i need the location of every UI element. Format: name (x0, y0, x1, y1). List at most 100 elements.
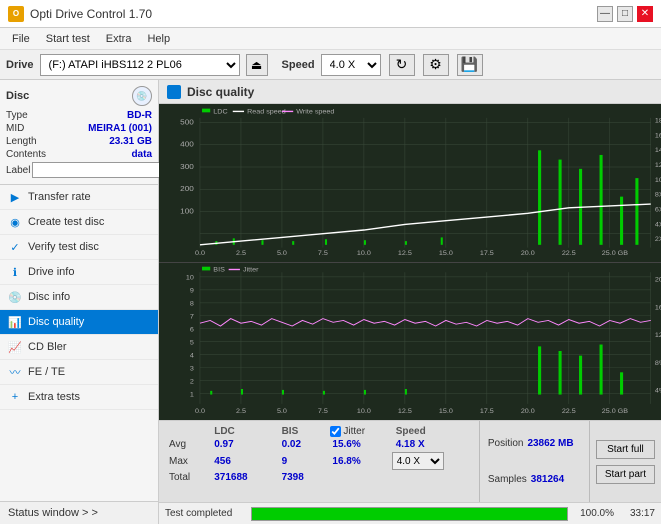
total-ldc: 371688 (208, 471, 275, 484)
action-buttons: Start full Start part (589, 421, 661, 502)
speed-select-stat[interactable]: 4.0 X (392, 452, 444, 470)
progress-status-text: Test completed (165, 508, 245, 519)
disc-length-row: Length 23.31 GB (6, 136, 152, 147)
sidebar-item-cd-bler[interactable]: 📈 CD Bler (0, 335, 158, 360)
sidebar-item-transfer-rate[interactable]: ▶ Transfer rate (0, 185, 158, 210)
menu-file[interactable]: File (4, 31, 38, 47)
disc-mid-label: MID (6, 123, 24, 134)
svg-text:12X: 12X (655, 162, 661, 169)
svg-text:500: 500 (180, 118, 194, 127)
disc-label-input[interactable] (32, 162, 170, 178)
drive-info-icon: ℹ (8, 265, 22, 279)
drive-select[interactable]: (F:) ATAPI iHBS112 2 PL06 (40, 54, 240, 76)
fe-te-label: FE / TE (28, 366, 65, 378)
svg-text:10.0: 10.0 (357, 408, 371, 415)
disc-title: Disc (6, 90, 29, 102)
svg-text:14X: 14X (655, 147, 661, 154)
avg-bis: 0.02 (276, 438, 327, 451)
transfer-rate-label: Transfer rate (28, 191, 91, 203)
disc-quality-header: Disc quality (159, 80, 661, 104)
svg-text:12.5: 12.5 (398, 408, 412, 415)
jitter-checkbox[interactable] (330, 426, 341, 437)
drive-bar: Drive (F:) ATAPI iHBS112 2 PL06 ⏏ Speed … (0, 50, 661, 80)
sidebar: Disc 💿 Type BD-R MID MEIRA1 (001) Length… (0, 80, 159, 524)
svg-text:12%: 12% (655, 332, 661, 339)
main-area: Disc 💿 Type BD-R MID MEIRA1 (001) Length… (0, 80, 661, 524)
disc-info-icon: 💿 (8, 290, 22, 304)
stats-panel: LDC BIS Jitter Speed Avg 0.97 (159, 420, 661, 502)
title-bar: O Opti Drive Control 1.70 — □ ✕ (0, 0, 661, 28)
minimize-button[interactable]: — (597, 6, 613, 22)
disc-quality-icon: 📊 (8, 315, 22, 329)
svg-text:8: 8 (190, 300, 194, 307)
speed-select[interactable]: 4.0 X (321, 54, 381, 76)
extra-tests-label: Extra tests (28, 391, 80, 403)
maximize-button[interactable]: □ (617, 6, 633, 22)
refresh-button[interactable]: ↻ (389, 54, 415, 76)
svg-text:2.5: 2.5 (236, 250, 246, 257)
svg-text:100: 100 (180, 207, 194, 216)
svg-text:18X: 18X (655, 118, 661, 125)
eject-button[interactable]: ⏏ (246, 54, 268, 76)
close-button[interactable]: ✕ (637, 6, 653, 22)
svg-text:17.5: 17.5 (480, 408, 494, 415)
disc-contents-label: Contents (6, 149, 46, 160)
sidebar-item-disc-quality[interactable]: 📊 Disc quality (0, 310, 158, 335)
disc-label-row: Label ✎ (6, 162, 152, 178)
settings-button[interactable]: ⚙ (423, 54, 449, 76)
disc-length-value: 23.31 GB (109, 136, 152, 147)
menu-help[interactable]: Help (139, 31, 178, 47)
sidebar-item-disc-info[interactable]: 💿 Disc info (0, 285, 158, 310)
save-button[interactable]: 💾 (457, 54, 483, 76)
app-icon: O (8, 6, 24, 22)
speed-label: Speed (282, 59, 315, 71)
svg-text:10: 10 (186, 274, 194, 281)
svg-text:8X: 8X (655, 192, 661, 199)
svg-text:1: 1 (190, 391, 194, 398)
max-jitter: 16.8% (326, 451, 389, 471)
cd-bler-icon: 📈 (8, 340, 22, 354)
position-val: 23862 MB (527, 438, 573, 449)
svg-text:16%: 16% (655, 304, 661, 311)
avg-ldc: 0.97 (208, 438, 275, 451)
stats-table-area: LDC BIS Jitter Speed Avg 0.97 (159, 421, 479, 502)
max-label: Max (165, 451, 208, 471)
status-window-button[interactable]: Status window > > (0, 501, 158, 524)
svg-text:8%: 8% (655, 360, 661, 367)
sidebar-item-verify-test-disc[interactable]: ✓ Verify test disc (0, 235, 158, 260)
sidebar-item-drive-info[interactable]: ℹ Drive info (0, 260, 158, 285)
menu-extra[interactable]: Extra (98, 31, 140, 47)
svg-text:25.0 GB: 25.0 GB (602, 250, 629, 257)
transfer-rate-icon: ▶ (8, 190, 22, 204)
charts-container: 500 400 300 200 100 18X 16X 14X 12X 10X … (159, 104, 661, 420)
create-test-disc-label: Create test disc (28, 216, 104, 228)
disc-label-label: Label (6, 165, 30, 176)
verify-test-disc-label: Verify test disc (28, 241, 99, 253)
svg-text:22.5: 22.5 (562, 250, 576, 257)
start-full-button[interactable]: Start full (596, 440, 655, 459)
svg-text:6: 6 (190, 326, 194, 333)
progress-percent: 100.0% (574, 508, 614, 519)
disc-info-label: Disc info (28, 291, 70, 303)
drive-info-label: Drive info (28, 266, 74, 278)
top-chart: 500 400 300 200 100 18X 16X 14X 12X 10X … (159, 104, 661, 263)
progress-area: Test completed 100.0% 33:17 (159, 502, 661, 524)
sidebar-item-create-test-disc[interactable]: ◉ Create test disc (0, 210, 158, 235)
position-label: Position (488, 438, 524, 449)
sidebar-item-extra-tests[interactable]: + Extra tests (0, 385, 158, 410)
sidebar-item-fe-te[interactable]: 〰 FE / TE (0, 360, 158, 385)
disc-type-row: Type BD-R (6, 110, 152, 121)
bottom-chart: 10 9 8 7 6 5 4 3 2 1 20% 16% 12% 8% 4% (159, 263, 661, 421)
samples-label: Samples (488, 474, 527, 485)
top-chart-svg: 500 400 300 200 100 18X 16X 14X 12X 10X … (159, 104, 661, 262)
svg-text:5: 5 (190, 339, 194, 346)
avg-jitter: 15.6% (326, 438, 389, 451)
title-bar-left: O Opti Drive Control 1.70 (8, 6, 152, 22)
fe-te-icon: 〰 (8, 365, 22, 379)
svg-text:400: 400 (180, 140, 194, 149)
start-part-button[interactable]: Start part (596, 465, 655, 484)
content-area: Disc quality (159, 80, 661, 524)
menu-start-test[interactable]: Start test (38, 31, 98, 47)
svg-text:22.5: 22.5 (562, 408, 576, 415)
svg-text:4: 4 (190, 352, 194, 359)
